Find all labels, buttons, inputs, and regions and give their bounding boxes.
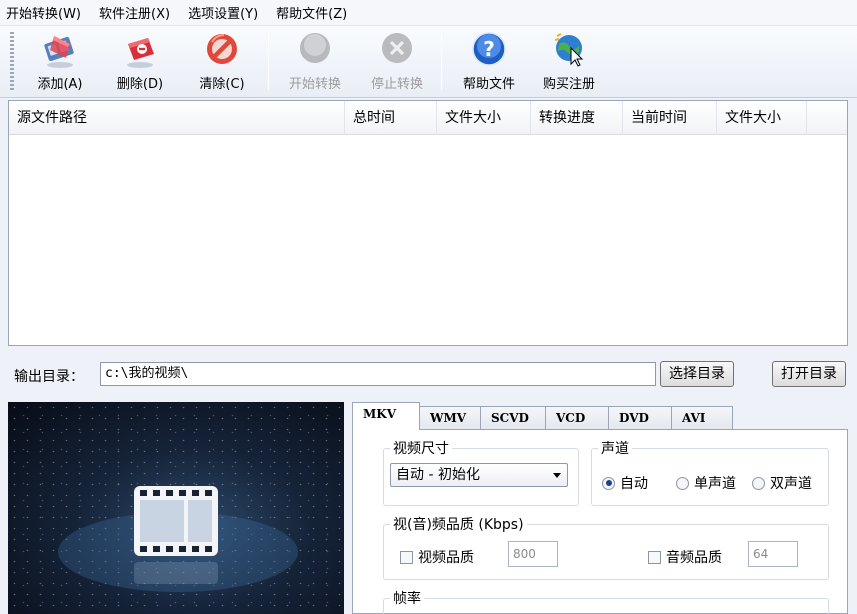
video-size-select[interactable]: 自动 - 初始化 bbox=[390, 463, 568, 487]
column-output-size[interactable]: 文件大小 bbox=[717, 101, 807, 135]
menu-options[interactable]: 选项设置(Y) bbox=[188, 3, 258, 22]
audio-quality-input[interactable]: 64 bbox=[748, 541, 798, 567]
buy-register-button[interactable]: 购买注册 bbox=[534, 30, 604, 94]
film-reel-icon bbox=[58, 486, 298, 592]
format-tabs: MKV WMV SCVD VCD DVD AVI bbox=[352, 402, 733, 430]
mkv-tab-panel: 视频尺寸 自动 - 初始化 声道 自动 单声道 双声道 视(音)频品质 (Kbp… bbox=[352, 429, 848, 614]
tab-mkv[interactable]: MKV bbox=[352, 402, 420, 430]
tab-dvd[interactable]: DVD bbox=[608, 406, 672, 430]
channel-group: 声道 自动 单声道 双声道 bbox=[591, 438, 829, 506]
help-button[interactable]: ? 帮助文件 bbox=[454, 30, 524, 94]
output-directory-row: 输出目录： c:\我的视频\ 选择目录 打开目录 bbox=[0, 360, 857, 390]
radio-unselected-icon bbox=[752, 476, 765, 490]
toolbar-separator bbox=[441, 34, 442, 90]
checkbox-icon bbox=[400, 550, 413, 564]
buy-register-label: 购买注册 bbox=[542, 77, 595, 92]
chevron-down-icon bbox=[553, 473, 561, 478]
toolbar-separator bbox=[268, 34, 269, 90]
video-preview bbox=[8, 402, 344, 614]
column-total-time[interactable]: 总时间 bbox=[345, 101, 437, 135]
video-size-title: 视频尺寸 bbox=[390, 438, 452, 458]
tab-vcd[interactable]: VCD bbox=[545, 406, 609, 430]
framerate-title: 帧率 bbox=[390, 588, 424, 608]
video-quality-label: 视频品质 bbox=[418, 550, 474, 566]
open-directory-button[interactable]: 打开目录 bbox=[772, 361, 846, 387]
column-file-size[interactable]: 文件大小 bbox=[437, 101, 531, 135]
channel-stereo-radio[interactable]: 双声道 bbox=[752, 473, 812, 493]
add-button[interactable]: 添加(A) bbox=[28, 30, 92, 94]
output-directory-input[interactable]: c:\我的视频\ bbox=[100, 362, 656, 386]
quality-group: 视(音)频品质 (Kbps) 视频品质 800 音频品质 64 bbox=[383, 514, 829, 580]
clear-button-label: 清除(C) bbox=[199, 77, 245, 92]
channel-mono-radio[interactable]: 单声道 bbox=[676, 473, 736, 493]
delete-button[interactable]: 删除(D) bbox=[108, 30, 172, 94]
channel-auto-radio[interactable]: 自动 bbox=[602, 473, 648, 493]
add-film-icon bbox=[40, 30, 80, 70]
stop-convert-label: 停止转换 bbox=[370, 77, 423, 92]
channel-stereo-label: 双声道 bbox=[770, 476, 812, 492]
file-list[interactable]: 源文件路径 总时间 文件大小 转换进度 当前时间 文件大小 bbox=[8, 100, 848, 346]
column-current-time[interactable]: 当前时间 bbox=[623, 101, 717, 135]
channel-mono-label: 单声道 bbox=[694, 476, 736, 492]
menu-bar: 开始转换(W) 软件注册(X) 选项设置(Y) 帮助文件(Z) bbox=[0, 0, 857, 26]
audio-quality-label: 音频品质 bbox=[666, 550, 722, 566]
column-source-path[interactable]: 源文件路径 bbox=[9, 101, 345, 135]
menu-help[interactable]: 帮助文件(Z) bbox=[276, 3, 347, 22]
stop-convert-button[interactable]: 停止转换 bbox=[362, 30, 432, 94]
format-settings: MKV WMV SCVD VCD DVD AVI 视频尺寸 自动 - 初始化 声… bbox=[352, 400, 848, 614]
tab-avi[interactable]: AVI bbox=[671, 406, 733, 430]
menu-start-convert[interactable]: 开始转换(W) bbox=[6, 3, 81, 22]
tab-scvd[interactable]: SCVD bbox=[480, 406, 546, 430]
channel-auto-label: 自动 bbox=[620, 476, 648, 492]
toolbar-grip bbox=[10, 32, 14, 92]
column-filler bbox=[807, 101, 847, 135]
help-button-label: 帮助文件 bbox=[462, 77, 515, 92]
menu-register[interactable]: 软件注册(X) bbox=[99, 3, 170, 22]
delete-button-label: 删除(D) bbox=[116, 77, 164, 92]
clear-prohibited-icon bbox=[202, 30, 242, 70]
svg-text:?: ? bbox=[483, 37, 495, 61]
quality-title: 视(音)频品质 (Kbps) bbox=[390, 514, 527, 534]
radio-unselected-icon bbox=[676, 476, 689, 490]
audio-quality-checkbox[interactable]: 音频品质 bbox=[648, 547, 722, 567]
video-quality-input[interactable]: 800 bbox=[508, 541, 558, 567]
delete-film-icon bbox=[120, 30, 160, 70]
start-convert-icon bbox=[295, 30, 335, 70]
help-question-icon: ? bbox=[469, 30, 509, 70]
choose-directory-button[interactable]: 选择目录 bbox=[660, 361, 734, 387]
video-size-group: 视频尺寸 自动 - 初始化 bbox=[383, 438, 579, 506]
toolbar: 添加(A) 删除(D) 清除(C) 开始转换 停止转换 ? 帮助文件 购买注册 bbox=[0, 26, 857, 98]
video-quality-checkbox[interactable]: 视频品质 bbox=[400, 547, 474, 567]
clear-button[interactable]: 清除(C) bbox=[190, 30, 254, 94]
column-progress[interactable]: 转换进度 bbox=[531, 101, 623, 135]
add-button-label: 添加(A) bbox=[37, 77, 83, 92]
file-list-header: 源文件路径 总时间 文件大小 转换进度 当前时间 文件大小 bbox=[9, 101, 847, 135]
video-size-value: 自动 - 初始化 bbox=[396, 467, 480, 483]
output-directory-label: 输出目录： bbox=[14, 369, 84, 385]
start-convert-label: 开始转换 bbox=[288, 77, 341, 92]
channel-title: 声道 bbox=[598, 438, 632, 458]
checkbox-icon bbox=[648, 550, 661, 564]
framerate-group: 帧率 bbox=[383, 588, 829, 614]
radio-selected-icon bbox=[602, 476, 615, 490]
start-convert-button[interactable]: 开始转换 bbox=[280, 30, 350, 94]
stop-convert-icon bbox=[377, 30, 417, 70]
buy-globe-cursor-icon bbox=[549, 30, 589, 70]
tab-wmv[interactable]: WMV bbox=[419, 406, 481, 430]
